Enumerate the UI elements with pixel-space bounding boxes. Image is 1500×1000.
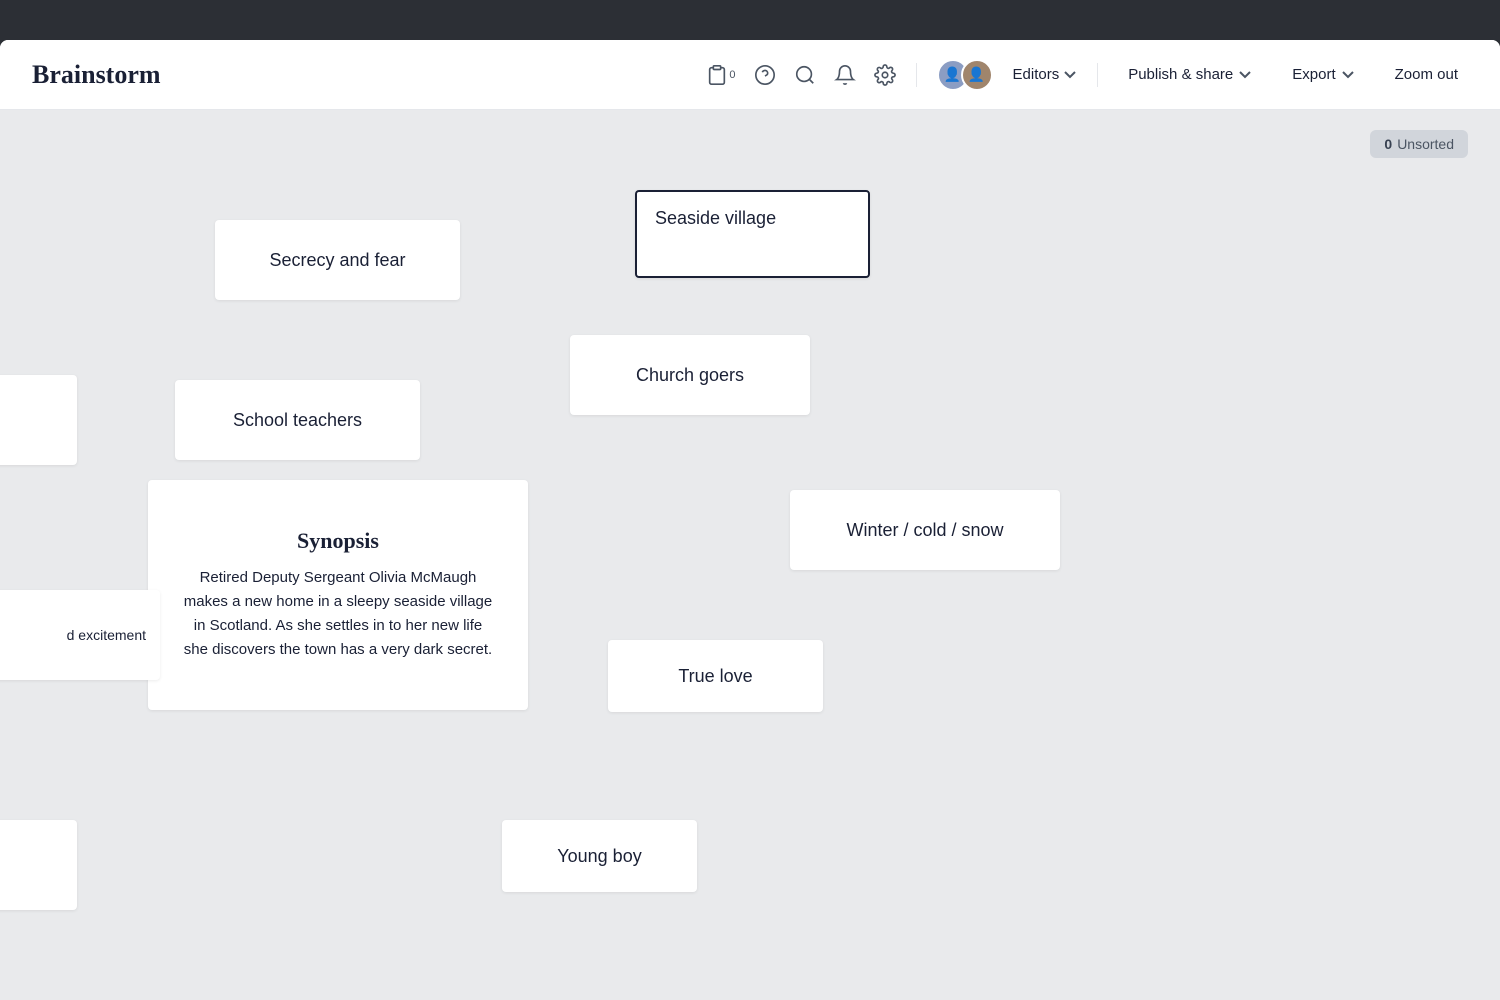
zoom-label: Zoom out bbox=[1395, 66, 1458, 83]
help-icon bbox=[754, 64, 776, 86]
card-truelove-text: True love bbox=[678, 666, 752, 687]
card-seaside-village[interactable] bbox=[635, 190, 870, 278]
clipboard-badge: 0 bbox=[729, 69, 735, 81]
unsorted-count: 0 bbox=[1384, 136, 1392, 152]
card-church-text: Church goers bbox=[636, 365, 744, 386]
search-icon bbox=[794, 64, 816, 86]
avatar-2: 👤 bbox=[961, 59, 993, 91]
publish-chevron-icon bbox=[1238, 68, 1252, 82]
export-chevron-icon bbox=[1341, 68, 1355, 82]
header-right: 0 bbox=[706, 59, 1468, 91]
partial-excitement-text: d excitement bbox=[67, 627, 146, 643]
card-winter-text: Winter / cold / snow bbox=[846, 520, 1003, 541]
export-button[interactable]: Export bbox=[1282, 60, 1364, 89]
card-partial-excitement: d excitement bbox=[0, 590, 160, 680]
card-secrecy-text: Secrecy and fear bbox=[269, 250, 405, 271]
publish-label: Publish & share bbox=[1128, 66, 1233, 83]
notifications-button[interactable] bbox=[834, 64, 856, 86]
divider bbox=[916, 63, 917, 87]
export-label: Export bbox=[1292, 66, 1335, 83]
header-left: Brainstorm bbox=[32, 60, 161, 90]
card-school-text: School teachers bbox=[233, 410, 362, 431]
clipboard-badge-wrap: 0 bbox=[706, 64, 735, 86]
settings-button[interactable] bbox=[874, 64, 896, 86]
clipboard-icon bbox=[706, 64, 728, 86]
divider-2 bbox=[1097, 63, 1098, 87]
gear-icon bbox=[874, 64, 896, 86]
unsorted-badge[interactable]: 0 Unsorted bbox=[1370, 130, 1468, 158]
avatar-group: 👤 👤 bbox=[937, 59, 993, 91]
editors-button[interactable]: Editors bbox=[1013, 66, 1078, 83]
seaside-village-input[interactable] bbox=[637, 192, 868, 276]
clipboard-button[interactable] bbox=[706, 64, 728, 86]
card-winter-cold-snow[interactable]: Winter / cold / snow bbox=[790, 490, 1060, 570]
card-partial-top bbox=[0, 375, 77, 465]
card-partial-bottom2 bbox=[0, 820, 77, 910]
top-icons: 0 bbox=[706, 64, 895, 86]
zoom-out-button[interactable]: Zoom out bbox=[1385, 60, 1468, 89]
help-button[interactable] bbox=[754, 64, 776, 86]
canvas: 0 Unsorted Secrecy and fear School teach… bbox=[0, 110, 1500, 1000]
app-window: Brainstorm 0 bbox=[0, 40, 1500, 1000]
synopsis-body: Retired Deputy Sergeant Olivia McMaugh m… bbox=[180, 566, 496, 662]
publish-share-button[interactable]: Publish & share bbox=[1118, 60, 1262, 89]
top-bar bbox=[0, 0, 1500, 40]
card-church-goers[interactable]: Church goers bbox=[570, 335, 810, 415]
app-title: Brainstorm bbox=[32, 60, 161, 90]
card-true-love[interactable]: True love bbox=[608, 640, 823, 712]
editors-label: Editors bbox=[1013, 66, 1060, 83]
synopsis-title: Synopsis bbox=[297, 528, 379, 554]
header: Brainstorm 0 bbox=[0, 40, 1500, 110]
card-synopsis[interactable]: Synopsis Retired Deputy Sergeant Olivia … bbox=[148, 480, 528, 710]
unsorted-label: Unsorted bbox=[1397, 136, 1454, 152]
editors-chevron-icon bbox=[1063, 68, 1077, 82]
search-button[interactable] bbox=[794, 64, 816, 86]
card-secrecy-fear[interactable]: Secrecy and fear bbox=[215, 220, 460, 300]
card-school-teachers[interactable]: School teachers bbox=[175, 380, 420, 460]
card-youngboy-text: Young boy bbox=[557, 846, 641, 867]
card-young-boy[interactable]: Young boy bbox=[502, 820, 697, 892]
bell-icon bbox=[834, 64, 856, 86]
